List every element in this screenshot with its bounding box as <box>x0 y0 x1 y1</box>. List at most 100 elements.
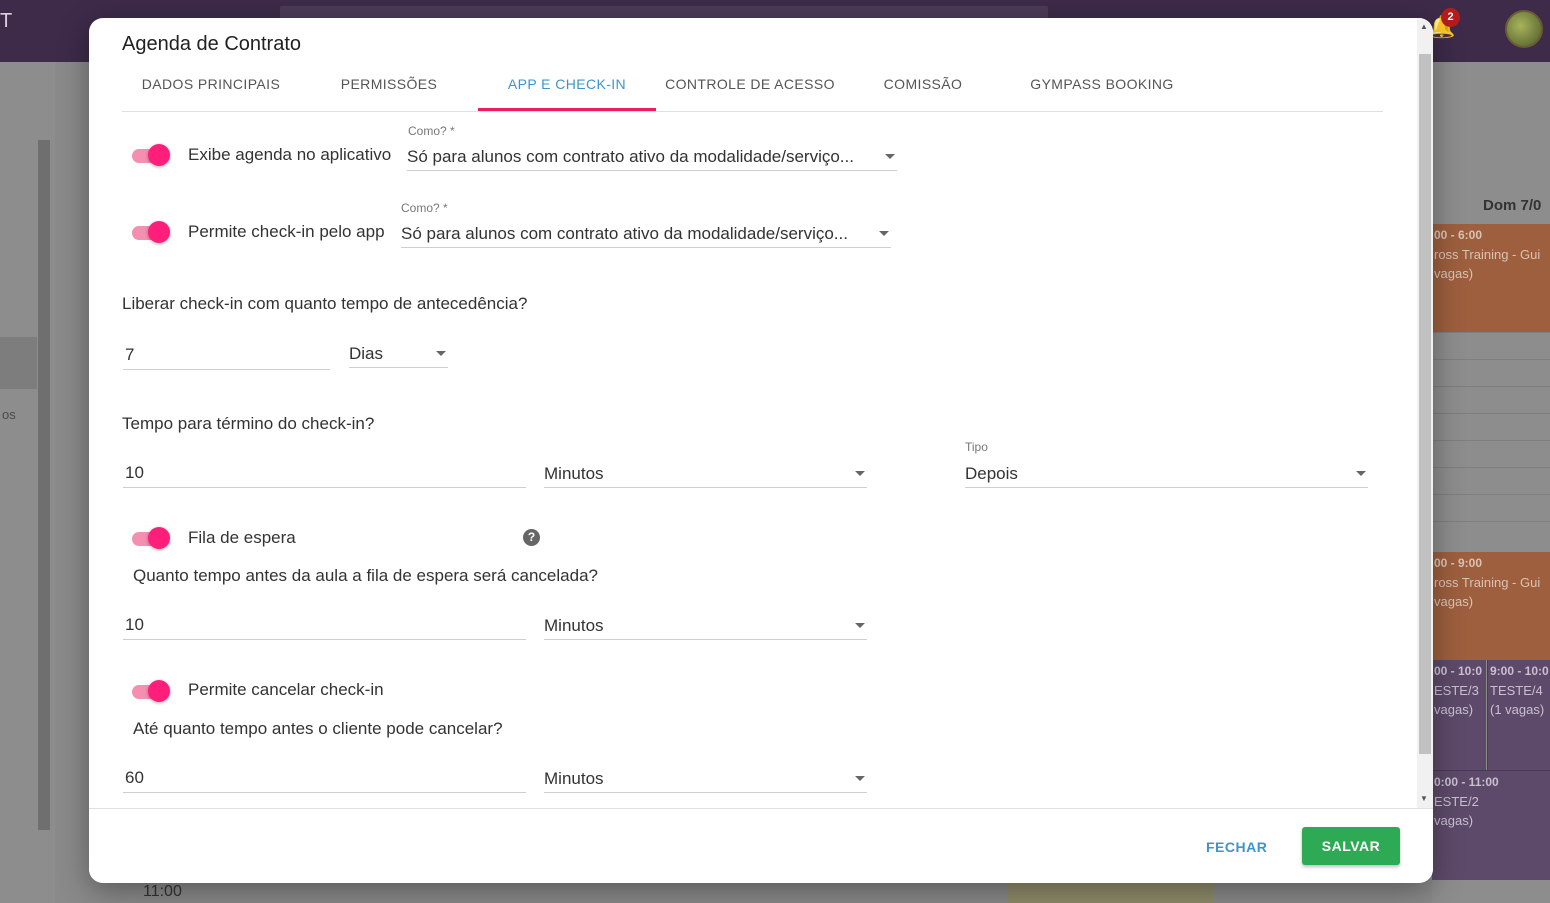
calendar-bottom-strip: 11:00 <box>55 880 1432 903</box>
event-vagas: (1 vagas) <box>1490 702 1545 717</box>
select-value: Minutos <box>544 464 604 483</box>
notification-badge: 2 <box>1441 8 1460 27</box>
event-time: 00 - 6:00 <box>1434 228 1483 242</box>
chevron-down-icon <box>855 471 865 476</box>
tipo-label: Tipo <box>965 440 988 454</box>
show-agenda-como-label: Como? * <box>408 124 455 138</box>
event-title: ESTE/2 <box>1434 794 1479 809</box>
waitlist-value-input[interactable] <box>123 610 526 640</box>
chevron-down-icon <box>855 776 865 781</box>
scrollbar-thumb[interactable] <box>1419 54 1431 754</box>
sidebar-scrollbar <box>38 140 50 830</box>
advance-question: Liberar check-in com quanto tempo de ant… <box>122 294 528 313</box>
tab-permissoes[interactable]: PERMISSÕES <box>300 70 478 111</box>
event-title: ESTE/3 <box>1434 683 1479 698</box>
calendar-gridline <box>1432 521 1550 522</box>
cancel-checkin-toggle[interactable] <box>130 680 170 702</box>
event-vagas: vagas) <box>1434 266 1474 281</box>
calendar-column: Dom 7/0 00 - 6:00 ross Training - Gui va… <box>1432 62 1550 903</box>
tab-comissao[interactable]: COMISSÃO <box>844 70 1002 111</box>
dialog-footer: FECHAR SALVAR <box>89 808 1433 883</box>
event-time: 00 - 9:00 <box>1434 556 1483 570</box>
event-time: 9:00 - 10:0 <box>1490 664 1549 678</box>
tipo-select[interactable]: Depois <box>965 458 1368 488</box>
calendar-event: 0:00 - 11:00 ESTE/2 vagas) <box>1432 770 1550 880</box>
select-value: Dias <box>349 344 384 363</box>
select-value: Depois <box>965 464 1018 483</box>
tab-gympass-booking[interactable]: GYMPASS BOOKING <box>1002 70 1202 111</box>
event-title: TESTE/4 <box>1490 683 1543 698</box>
app-brand: T <box>0 10 13 32</box>
calendar-gridline <box>1432 440 1550 441</box>
calendar-event: 00 - 10:0 ESTE/3 vagas) <box>1432 660 1486 770</box>
sidebar-text: os <box>2 407 16 422</box>
dialog-scrollbar[interactable]: ▲ ▼ <box>1417 18 1433 808</box>
event-time: 0:00 - 11:00 <box>1434 775 1499 789</box>
calendar-gridline <box>1432 359 1550 360</box>
waitlist-label: Fila de espera <box>188 528 296 547</box>
sidebar-selected-item <box>0 337 37 389</box>
calendar-time-label: 11:00 <box>143 883 182 900</box>
toggle-knob <box>148 680 170 702</box>
agenda-contract-dialog: Agenda de Contrato DADOS PRINCIPAIS PERM… <box>89 18 1433 883</box>
waitlist-toggle[interactable] <box>130 527 170 549</box>
calendar-gridline <box>1432 467 1550 468</box>
cancel-checkin-value-input[interactable] <box>123 763 526 793</box>
waitlist-question: Quanto tempo antes da aula a fila de esp… <box>133 566 598 585</box>
calendar-highlight <box>1008 880 1213 903</box>
dialog-title: Agenda de Contrato <box>122 33 302 55</box>
cancel-checkin-question: Até quanto tempo antes o cliente pode ca… <box>133 719 503 738</box>
show-agenda-toggle[interactable] <box>130 144 170 166</box>
show-agenda-como-select[interactable]: Só para alunos com contrato ativo da mod… <box>407 141 897 171</box>
allow-checkin-como-select[interactable]: Só para alunos com contrato ativo da mod… <box>401 218 891 248</box>
toggle-knob <box>148 527 170 549</box>
event-vagas: vagas) <box>1434 702 1474 717</box>
waitlist-unit-select[interactable]: Minutos <box>544 610 867 640</box>
scroll-up-icon[interactable]: ▲ <box>1420 22 1428 31</box>
help-icon[interactable]: ? <box>523 529 540 546</box>
left-sidebar: os <box>0 62 55 903</box>
calendar-day-header: Dom 7/0 <box>1483 197 1542 214</box>
select-value: Só para alunos com contrato ativo da mod… <box>401 224 848 243</box>
chevron-down-icon <box>885 154 895 159</box>
calendar-gridline <box>1432 413 1550 414</box>
select-value: Só para alunos com contrato ativo da mod… <box>407 147 854 166</box>
toggle-knob <box>148 144 170 166</box>
event-time: 00 - 10:0 <box>1434 664 1483 678</box>
event-vagas: vagas) <box>1434 813 1474 828</box>
tab-app-e-check-in[interactable]: APP E CHECK-IN <box>478 70 656 111</box>
avatar <box>1505 10 1543 48</box>
close-button[interactable]: FECHAR <box>1206 839 1267 855</box>
tab-bar: DADOS PRINCIPAIS PERMISSÕES APP E CHECK-… <box>122 70 1383 112</box>
toggle-knob <box>148 221 170 243</box>
advance-unit-select[interactable]: Dias <box>349 338 448 368</box>
advance-value-input[interactable] <box>123 340 330 370</box>
cancel-checkin-label: Permite cancelar check-in <box>188 680 384 699</box>
select-value: Minutos <box>544 769 604 788</box>
chevron-down-icon <box>879 231 889 236</box>
save-button[interactable]: SALVAR <box>1302 827 1400 865</box>
chevron-down-icon <box>1356 471 1366 476</box>
end-time-unit-select[interactable]: Minutos <box>544 458 867 488</box>
select-value: Minutos <box>544 616 604 635</box>
allow-checkin-toggle[interactable] <box>130 221 170 243</box>
tab-dados-principais[interactable]: DADOS PRINCIPAIS <box>122 70 300 111</box>
calendar-gridline <box>1432 332 1550 333</box>
allow-checkin-como-label: Como? * <box>401 201 448 215</box>
calendar-gridline <box>1432 386 1550 387</box>
scroll-down-icon[interactable]: ▼ <box>1420 794 1428 803</box>
end-time-value-input[interactable] <box>123 458 526 488</box>
calendar-event: 00 - 9:00 ross Training - Gui vagas) <box>1432 552 1550 660</box>
calendar-event: 00 - 6:00 ross Training - Gui vagas) <box>1432 224 1550 332</box>
allow-checkin-label: Permite check-in pelo app <box>188 222 385 241</box>
show-agenda-label: Exibe agenda no aplicativo <box>188 145 392 164</box>
cancel-checkin-unit-select[interactable]: Minutos <box>544 763 867 793</box>
calendar-gridline <box>1432 494 1550 495</box>
event-vagas: vagas) <box>1434 594 1474 609</box>
chevron-down-icon <box>436 351 446 356</box>
chevron-down-icon <box>855 623 865 628</box>
end-time-question: Tempo para término do check-in? <box>122 414 375 433</box>
tab-controle-de-acesso[interactable]: CONTROLE DE ACESSO <box>656 70 844 111</box>
event-title: ross Training - Gui <box>1434 247 1541 262</box>
event-title: ross Training - Gui <box>1434 575 1541 590</box>
